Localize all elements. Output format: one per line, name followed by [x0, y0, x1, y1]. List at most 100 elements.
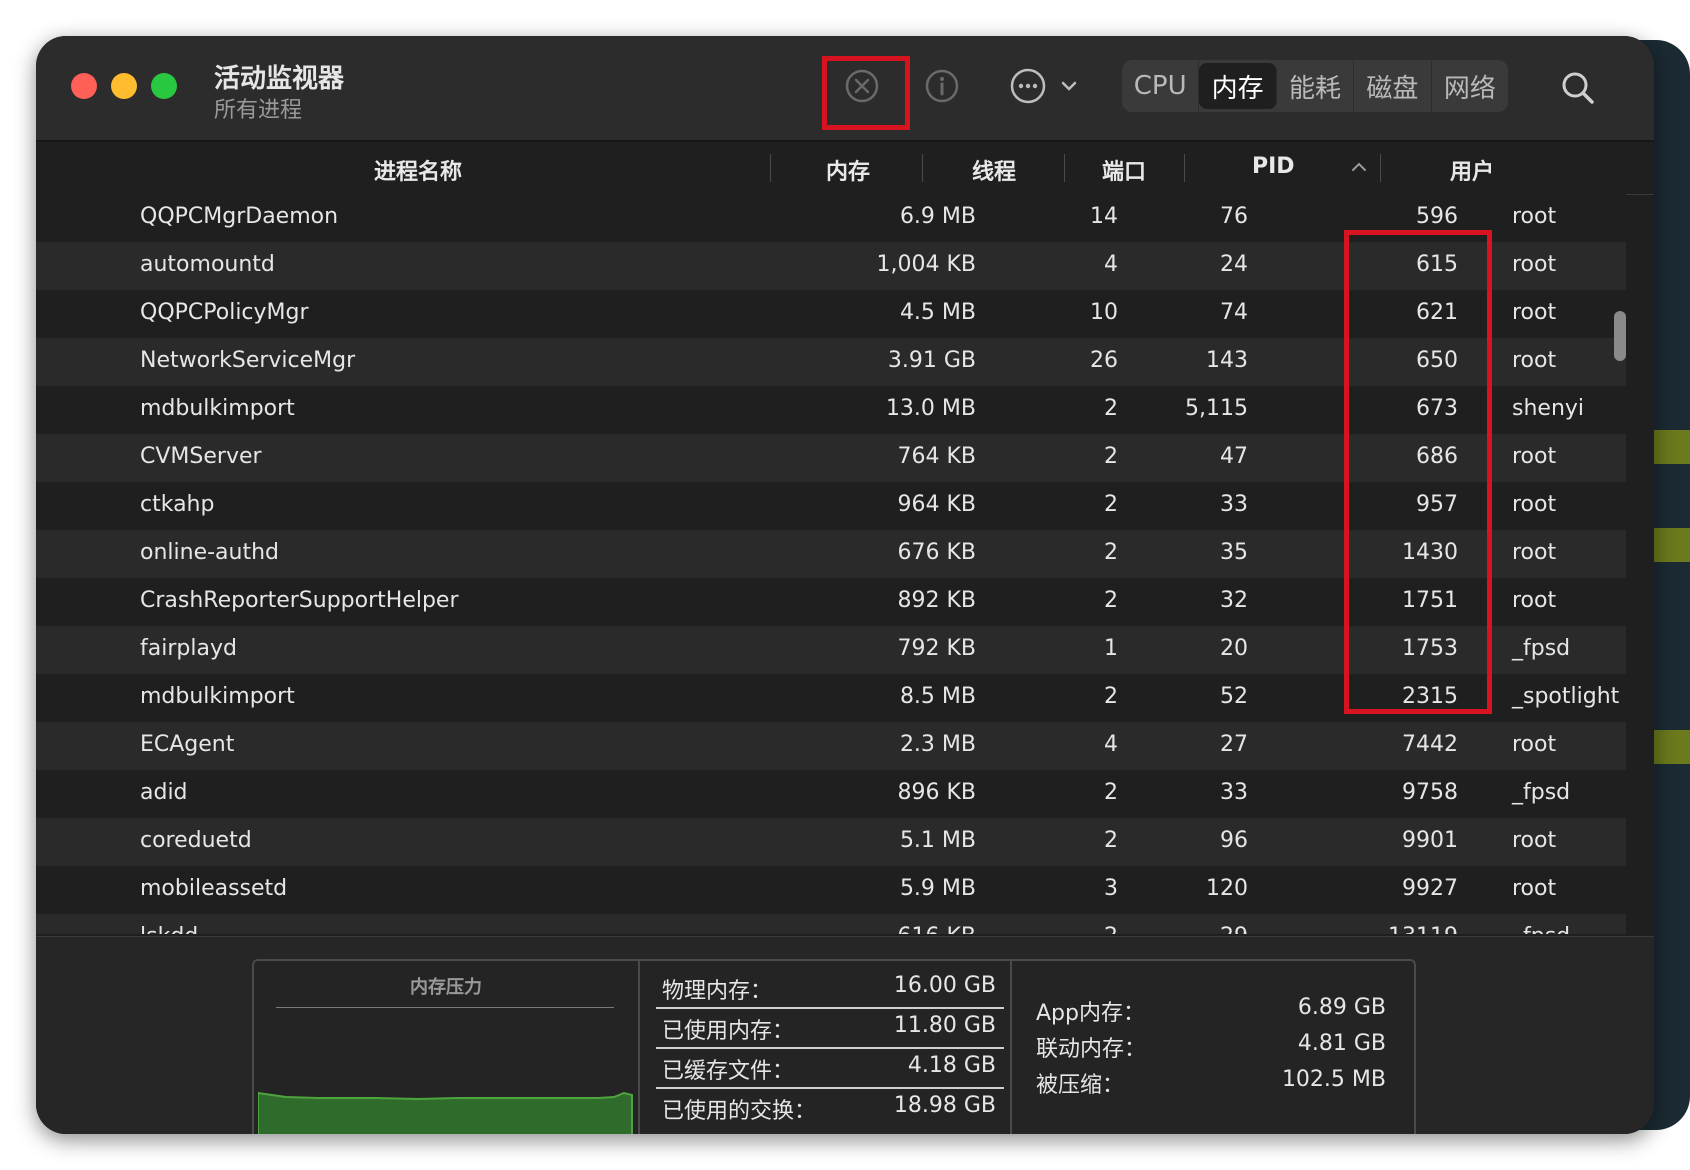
- column-separator[interactable]: [1064, 154, 1065, 182]
- app-subtitle[interactable]: 所有进程: [214, 92, 302, 124]
- search-button[interactable]: [1556, 66, 1600, 110]
- chevron-down-icon: [1061, 81, 1077, 91]
- process-user: _spotlight: [1512, 684, 1620, 709]
- process-user: _fpsd: [1512, 636, 1571, 661]
- vertical-scrollbar[interactable]: [1614, 311, 1626, 361]
- cached-files-row: 已缓存文件： 4.18 GB: [656, 1047, 1004, 1089]
- process-threads: 3: [1104, 876, 1118, 901]
- column-ports-header[interactable]: 端口: [1102, 154, 1146, 186]
- wired-memory-label: 联动内存：: [1036, 1037, 1147, 1062]
- process-user: _fpsd: [1512, 924, 1570, 934]
- process-user: _fpsd: [1512, 780, 1571, 805]
- minimize-window-button[interactable]: [111, 73, 137, 99]
- physical-memory-label: 物理内存：: [662, 979, 773, 1004]
- process-memory: 6.9 MB: [899, 204, 976, 229]
- process-memory: 5.1 MB: [899, 828, 976, 853]
- process-ports: 32: [1220, 588, 1248, 613]
- process-threads: 2: [1104, 588, 1118, 613]
- process-ports: 96: [1220, 828, 1248, 853]
- process-ports: 76: [1220, 204, 1248, 229]
- process-name: online-authd: [140, 540, 280, 565]
- process-pid: 9927: [1402, 876, 1458, 901]
- process-memory: 892 KB: [897, 588, 976, 613]
- process-row[interactable]: mobileassetd 5.9 MB 3 120 9927 root: [36, 866, 1626, 914]
- process-name: mobileassetd: [140, 876, 288, 901]
- process-name: lskdd: [140, 924, 198, 934]
- process-name: NetworkServiceMgr: [140, 348, 356, 373]
- process-threads: 2: [1104, 780, 1118, 805]
- process-row[interactable]: ECAgent 2.3 MB 4 27 7442 root: [36, 722, 1626, 770]
- annotation-box-pid: [1344, 230, 1492, 714]
- process-user: root: [1512, 204, 1557, 229]
- column-separator[interactable]: [1380, 154, 1381, 182]
- process-name: CVMServer: [140, 444, 262, 469]
- process-threads: 2: [1104, 444, 1118, 469]
- more-actions-button[interactable]: [1004, 64, 1084, 108]
- process-ports: 29: [1220, 924, 1248, 934]
- process-pid: 7442: [1402, 732, 1458, 757]
- process-name: mdbulkimport: [140, 684, 295, 709]
- tab-cpu[interactable]: CPU: [1122, 60, 1200, 112]
- cached-files-value: 4.18 GB: [907, 1053, 996, 1078]
- process-row[interactable]: lskdd 616 KB 2 29 13119 _fpsd: [36, 914, 1626, 934]
- pressure-area-chart: [258, 1091, 633, 1134]
- process-memory: 13.0 MB: [885, 396, 976, 421]
- process-pid: 9901: [1402, 828, 1458, 853]
- column-separator[interactable]: [770, 154, 771, 182]
- process-ports: 24: [1220, 252, 1248, 277]
- process-threads: 10: [1090, 300, 1118, 325]
- process-name: fairplayd: [140, 636, 237, 661]
- column-threads-header[interactable]: 线程: [972, 154, 1016, 186]
- info-button[interactable]: [922, 66, 962, 106]
- process-memory: 764 KB: [897, 444, 976, 469]
- process-name: QQPCMgrDaemon: [140, 204, 339, 229]
- process-ports: 120: [1206, 876, 1248, 901]
- memory-pressure-graph: 内存压力: [254, 961, 640, 1134]
- process-threads: 2: [1104, 924, 1118, 934]
- column-separator[interactable]: [1184, 154, 1185, 182]
- app-memory-value: 6.89 GB: [1297, 995, 1386, 1020]
- close-window-button[interactable]: [71, 73, 97, 99]
- process-memory: 676 KB: [897, 540, 976, 565]
- zoom-window-button[interactable]: [151, 73, 177, 99]
- column-name-header[interactable]: 进程名称: [374, 154, 462, 186]
- process-user: root: [1512, 540, 1557, 565]
- process-pid: 596: [1416, 204, 1458, 229]
- process-threads: 26: [1090, 348, 1118, 373]
- column-separator[interactable]: [922, 154, 923, 182]
- ellipsis-circle-icon: [1010, 68, 1046, 104]
- process-user: root: [1512, 828, 1557, 853]
- tab-disk[interactable]: 磁盘: [1354, 60, 1432, 112]
- process-threads: 2: [1104, 492, 1118, 517]
- used-memory-row: 已使用内存： 11.80 GB: [656, 1007, 1004, 1049]
- process-memory: 3.91 GB: [887, 348, 976, 373]
- process-ports: 20: [1220, 636, 1248, 661]
- process-user: root: [1512, 732, 1557, 757]
- column-user-header[interactable]: 用户: [1450, 154, 1494, 186]
- sort-ascending-icon: [1352, 162, 1366, 171]
- tab-memory[interactable]: 内存: [1199, 63, 1277, 109]
- process-name: ctkahp: [140, 492, 215, 517]
- process-row[interactable]: adid 896 KB 2 33 9758 _fpsd: [36, 770, 1626, 818]
- tab-energy[interactable]: 能耗: [1277, 60, 1355, 112]
- process-user: root: [1512, 252, 1557, 277]
- process-name: QQPCPolicyMgr: [140, 300, 309, 325]
- used-memory-label: 已使用内存：: [662, 1019, 795, 1044]
- column-memory-header[interactable]: 内存: [826, 154, 870, 186]
- process-row[interactable]: coreduetd 5.1 MB 2 96 9901 root: [36, 818, 1626, 866]
- info-icon: [925, 69, 959, 103]
- process-threads: 2: [1104, 396, 1118, 421]
- tab-network[interactable]: 网络: [1432, 60, 1508, 112]
- process-name: adid: [140, 780, 188, 805]
- process-threads: 2: [1104, 828, 1118, 853]
- search-icon: [1562, 72, 1594, 104]
- process-user: root: [1512, 492, 1557, 517]
- pressure-baseline: [276, 1007, 614, 1008]
- compressed-label: 被压缩：: [1036, 1073, 1125, 1098]
- process-memory: 896 KB: [897, 780, 976, 805]
- process-memory: 4.5 MB: [899, 300, 976, 325]
- process-threads: 1: [1104, 636, 1118, 661]
- process-name: automountd: [140, 252, 275, 277]
- column-pid-header[interactable]: PID: [1252, 154, 1295, 179]
- process-threads: 14: [1090, 204, 1118, 229]
